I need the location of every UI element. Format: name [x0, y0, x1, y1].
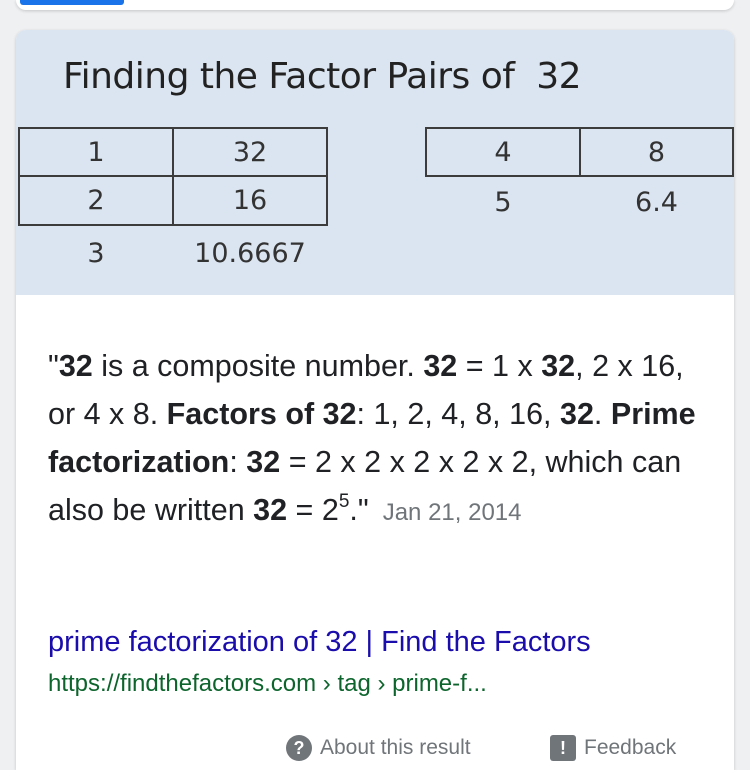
feedback-icon: ! — [550, 735, 576, 761]
snippet-text: "32 is a composite number. 32 = 1 x 32, … — [48, 349, 696, 527]
table-cell: 6.4 — [635, 186, 678, 218]
result-url[interactable]: https://findthefactors.com › tag › prime… — [48, 670, 487, 698]
table-cell: 8 — [579, 127, 734, 177]
factor-pairs-image[interactable]: Finding the Factor Pairs of 32 1 32 2 16… — [16, 30, 734, 295]
about-this-result-button[interactable]: ? About this result — [286, 735, 471, 761]
table-cell: 10.6667 — [194, 237, 306, 269]
table-cell: 32 — [172, 127, 328, 177]
featured-snippet-card: Finding the Factor Pairs of 32 1 32 2 16… — [16, 30, 734, 770]
result-footer: ? About this result ! Feedback — [286, 735, 726, 761]
snippet-date: Jan 21, 2014 — [382, 499, 522, 526]
table-cell: 1 — [18, 127, 174, 177]
table-cell: 3 — [87, 237, 105, 269]
feedback-label: Feedback — [584, 736, 677, 759]
table-cell: 2 — [18, 175, 174, 226]
result-title-link[interactable]: prime factorization of 32 | Find the Fac… — [48, 626, 591, 659]
table-cell: 5 — [494, 186, 512, 218]
feedback-button[interactable]: ! Feedback — [550, 735, 676, 761]
table-cell: 4 — [425, 127, 581, 177]
active-tab-indicator — [20, 0, 124, 5]
image-title: Finding the Factor Pairs of 32 — [63, 56, 582, 97]
about-label: About this result — [320, 736, 471, 759]
table-cell: 16 — [172, 175, 328, 226]
question-icon: ? — [286, 735, 312, 761]
